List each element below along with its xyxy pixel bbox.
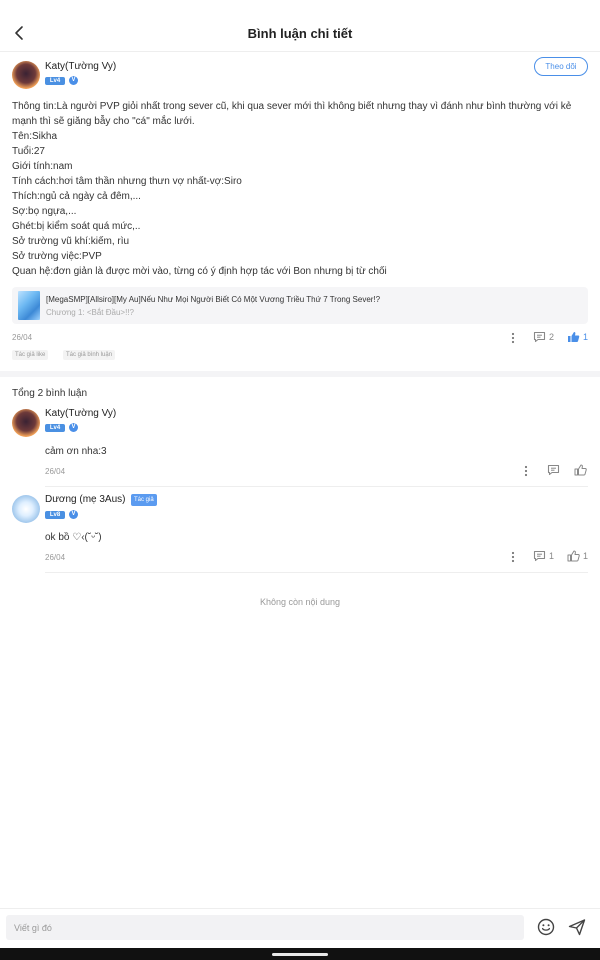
thumb-up-icon — [574, 464, 587, 476]
author-liked-tag: Tác giả like — [12, 350, 49, 360]
verified-badge: V — [69, 510, 78, 519]
post-line: Sở trường vũ khí:kiếm, rìu — [12, 236, 130, 247]
linked-book-card[interactable]: [MegaSMP][Allsiro][My Au]Nếu Như Mọi Ngư… — [12, 287, 588, 324]
more-vertical-icon — [524, 465, 528, 477]
comment-author-name[interactable]: Dương (mẹ 3Aus) — [45, 494, 126, 505]
section-divider — [0, 371, 600, 377]
post-author-badges: Lv4 V — [45, 76, 78, 85]
comment-icon — [533, 550, 546, 562]
thumb-up-icon — [567, 550, 580, 562]
comment-author-avatar[interactable] — [12, 495, 40, 523]
comment-text: cảm ơn nha:3 — [45, 446, 107, 457]
comment-reply-button[interactable] — [547, 464, 563, 476]
post-author-avatar[interactable] — [12, 61, 40, 89]
top-bar: Bình luận chi tiết — [0, 0, 600, 52]
comment-more-button[interactable] — [521, 464, 531, 478]
comment-like-button[interactable]: 1 — [567, 550, 588, 562]
post-more-button[interactable] — [508, 331, 518, 345]
comment-date: 26/04 — [45, 553, 66, 562]
post-line: Quan hệ:đơn giản là được mời vào, từng c… — [12, 266, 387, 277]
comment-author-badges: Lv8 V — [45, 510, 78, 519]
comment-like-button[interactable] — [574, 464, 590, 476]
book-title: [MegaSMP][Allsiro][My Au]Nếu Như Mọi Ngư… — [46, 295, 381, 304]
send-button[interactable] — [567, 917, 587, 937]
emoji-button[interactable] — [536, 917, 556, 937]
thumb-up-icon — [568, 332, 580, 342]
comment-reply-button[interactable]: 1 — [533, 550, 554, 562]
comment-author-avatar[interactable] — [12, 409, 40, 437]
post-line: Thông tin:Là người PVP giỏi nhất trong s… — [12, 101, 572, 112]
comment-icon — [533, 331, 546, 343]
comments-total: Tổng 2 bình luận — [12, 388, 88, 399]
comment-icon — [547, 464, 560, 476]
post-line: Tuổi:27 — [12, 146, 45, 157]
page-title: Bình luận chi tiết — [247, 26, 353, 41]
verified-badge: V — [69, 76, 78, 85]
post-line: Sợ:bọ ngựa,... — [12, 206, 77, 217]
post-line: Sở trường việc:PVP — [12, 251, 102, 262]
comment-reply-count: 1 — [549, 551, 555, 561]
send-icon — [568, 919, 586, 936]
more-vertical-icon — [511, 551, 515, 563]
comment-divider — [45, 486, 588, 487]
post-content: Thông tin:Là người PVP giỏi nhất trong s… — [12, 99, 588, 279]
post-comment-button[interactable]: 2 — [533, 331, 554, 343]
book-cover-image — [18, 291, 40, 320]
more-vertical-icon — [511, 332, 515, 344]
author-commented-tag: Tác giả bình luận — [63, 350, 116, 360]
post-line: mạnh thì sẽ giăng bẫy cho "cá" mắc lưới. — [12, 116, 195, 127]
comment-more-button[interactable] — [508, 550, 518, 564]
post-line: Giới tính:nam — [12, 161, 73, 172]
comment-text: ok bồ ♡‹(˘ᵕ˘) — [45, 532, 102, 543]
level-badge: Lv8 — [45, 510, 65, 519]
post-line: Ghét:bị kiểm soát quá mức,.. — [12, 221, 141, 232]
level-badge: Lv4 — [45, 423, 65, 432]
book-chapter: Chương 1: <Bắt Đầu>!!? — [46, 308, 134, 317]
verified-badge: V — [69, 423, 78, 432]
emoji-icon — [537, 918, 555, 936]
home-indicator[interactable] — [272, 953, 328, 956]
post-date: 26/04 — [12, 333, 33, 342]
comment-date: 26/04 — [45, 467, 66, 476]
post-like-count: 1 — [583, 332, 589, 342]
end-of-content-note: Không còn nội dung — [259, 597, 341, 607]
post-line: Thích:ngủ cả ngày cả đêm,... — [12, 191, 141, 202]
comment-input[interactable] — [6, 915, 524, 940]
comment-author-name[interactable]: Katy(Tường Vy) — [45, 408, 116, 419]
follow-button[interactable]: Theo dõi — [534, 57, 588, 76]
post-comment-count: 2 — [549, 332, 555, 342]
level-badge: Lv4 — [45, 76, 65, 85]
comment-divider — [45, 572, 588, 573]
comment-author-badges: Lv4 V — [45, 423, 78, 432]
post-author-name[interactable]: Katy(Tường Vy) — [45, 61, 116, 72]
comment-like-count: 1 — [583, 551, 589, 561]
post-line: Tên:Sikha — [12, 131, 58, 142]
author-tag: Tác giả — [131, 494, 157, 506]
post-line: Tính cách:hơi tâm thần nhưng thưn vợ nhấ… — [12, 176, 242, 187]
post-like-button[interactable]: 1 — [567, 331, 588, 343]
